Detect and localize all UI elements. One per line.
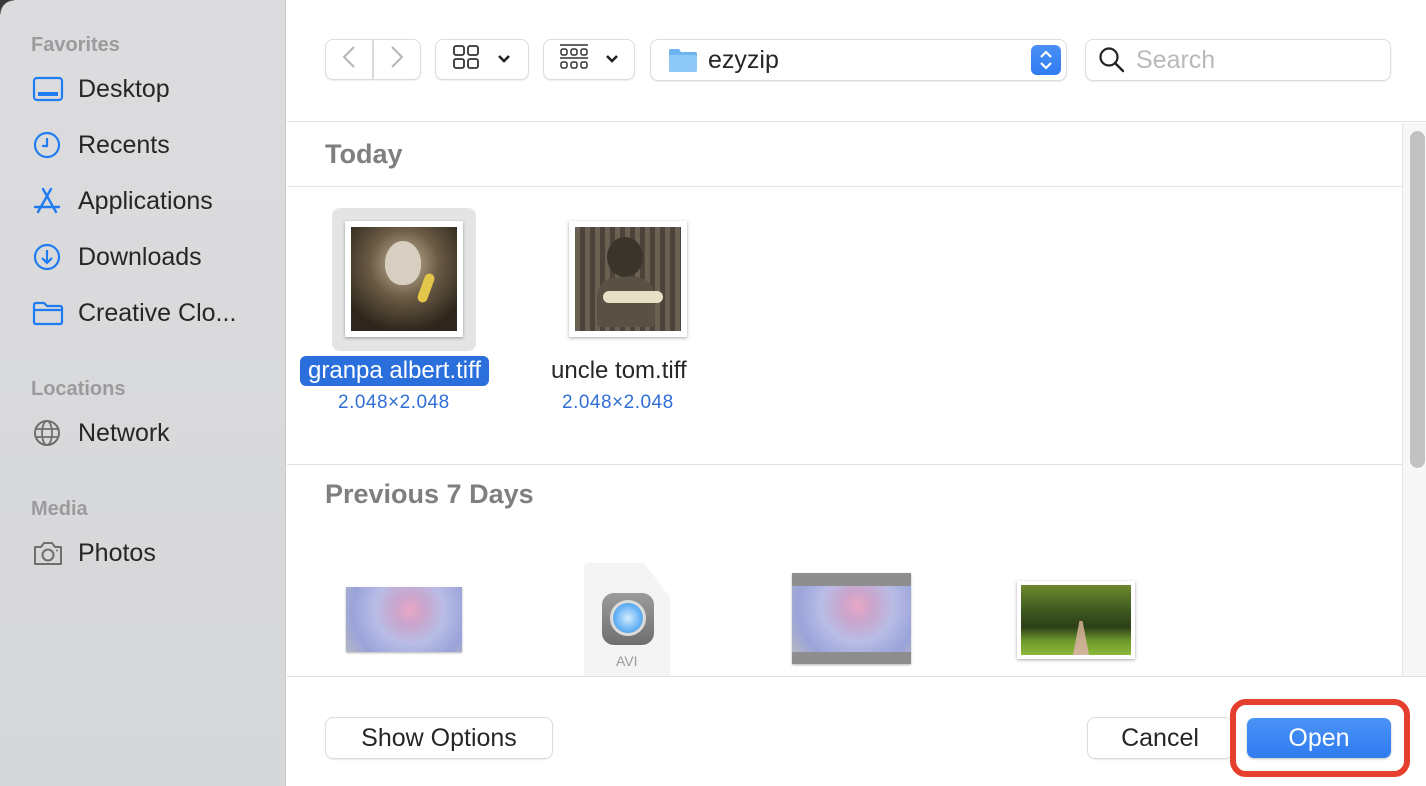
forward-button[interactable] [374, 40, 420, 79]
clock-icon [32, 130, 66, 160]
file-type-badge: AVI [616, 653, 638, 669]
open-file-dialog: Favorites Desktop Recents Applications D… [0, 0, 1426, 786]
image-thumbnail [792, 573, 911, 664]
sidebar-item-label: Photos [78, 538, 156, 567]
scrollbar-thumb[interactable] [1410, 131, 1425, 468]
file-item-avi-video[interactable]: AVI [577, 563, 687, 676]
stepper-icon [1031, 45, 1061, 75]
file-item-park-image[interactable] [1002, 563, 1152, 676]
sidebar-item-desktop[interactable]: Desktop [32, 69, 272, 109]
forward-icon [390, 45, 404, 74]
current-folder-name: ezyzip [708, 45, 779, 74]
file-name: uncle tom.tiff [551, 357, 687, 384]
applications-icon [32, 186, 66, 216]
folder-icon [32, 298, 66, 328]
group-by-button[interactable] [544, 40, 634, 79]
sidebar-section-locations: Locations [31, 378, 126, 400]
sidebar-section-favorites: Favorites [31, 34, 120, 56]
show-options-button[interactable]: Show Options [326, 718, 552, 758]
folder-icon [668, 47, 698, 73]
back-button[interactable] [326, 40, 372, 79]
main-pane: ezyzip Today [287, 0, 1426, 786]
open-button[interactable]: Open [1247, 718, 1391, 758]
file-item-smoke-image-framed[interactable] [777, 563, 937, 676]
file-item-uncle-tom[interactable]: uncle tom.tiff 2.048×2.048 [532, 187, 732, 417]
view-mode-button[interactable] [436, 40, 528, 79]
download-icon [32, 242, 66, 272]
sidebar-item-applications[interactable]: Applications [32, 181, 272, 221]
sidebar-item-downloads[interactable]: Downloads [32, 237, 272, 277]
image-thumbnail [346, 587, 462, 652]
sidebar-item-network[interactable]: Network [32, 413, 272, 453]
group-divider [287, 464, 1402, 465]
sidebar-item-label: Applications [78, 186, 213, 215]
sidebar-section-media: Media [31, 498, 88, 520]
sidebar-item-label: Creative Clo... [78, 298, 237, 327]
desktop-icon [32, 74, 66, 104]
file-item-granpa-albert[interactable]: granpa albert.tiff 2.048×2.048 [287, 187, 527, 417]
window-corner [0, 0, 14, 14]
file-dimensions: 2.048×2.048 [338, 392, 450, 413]
sidebar-item-recents[interactable]: Recents [32, 125, 272, 165]
file-name: granpa albert.tiff [300, 356, 490, 386]
chevron-down-icon [497, 51, 511, 69]
sidebar-item-label: Network [78, 418, 170, 447]
quicktime-icon [602, 593, 654, 645]
image-thumbnail [1017, 581, 1135, 659]
group-header-today: Today [287, 123, 1402, 187]
cancel-button[interactable]: Cancel [1088, 718, 1232, 758]
group-title: Today [325, 139, 403, 169]
sidebar: Favorites Desktop Recents Applications D… [0, 0, 286, 786]
folder-path-select[interactable]: ezyzip [651, 40, 1066, 80]
sidebar-item-label: Downloads [78, 242, 202, 271]
sidebar-item-photos[interactable]: Photos [32, 533, 272, 573]
globe-icon [32, 418, 66, 448]
file-item-smoke-image[interactable] [327, 563, 487, 676]
search-input[interactable] [1136, 45, 1376, 75]
sidebar-item-creative-cloud[interactable]: Creative Clo... [32, 293, 272, 333]
dialog-footer: Show Options Cancel Open [287, 676, 1426, 786]
search-icon [1098, 46, 1126, 74]
toolbar: ezyzip [287, 0, 1426, 122]
search-field[interactable] [1086, 40, 1390, 80]
camera-icon [32, 538, 66, 568]
vertical-scrollbar[interactable] [1402, 123, 1426, 676]
image-thumbnail [569, 221, 687, 337]
grid-view-icon [453, 45, 479, 74]
group-header-previous-7-days: Previous 7 Days [325, 479, 534, 509]
group-by-icon [559, 43, 589, 76]
sidebar-item-label: Desktop [78, 74, 170, 103]
image-thumbnail [345, 221, 463, 337]
file-dimensions: 2.048×2.048 [562, 392, 674, 413]
file-browser: Today granpa albert.tiff 2.048×2.048 unc… [287, 123, 1426, 676]
back-icon [342, 45, 356, 74]
sidebar-item-label: Recents [78, 130, 170, 159]
chevron-down-icon [605, 51, 619, 69]
